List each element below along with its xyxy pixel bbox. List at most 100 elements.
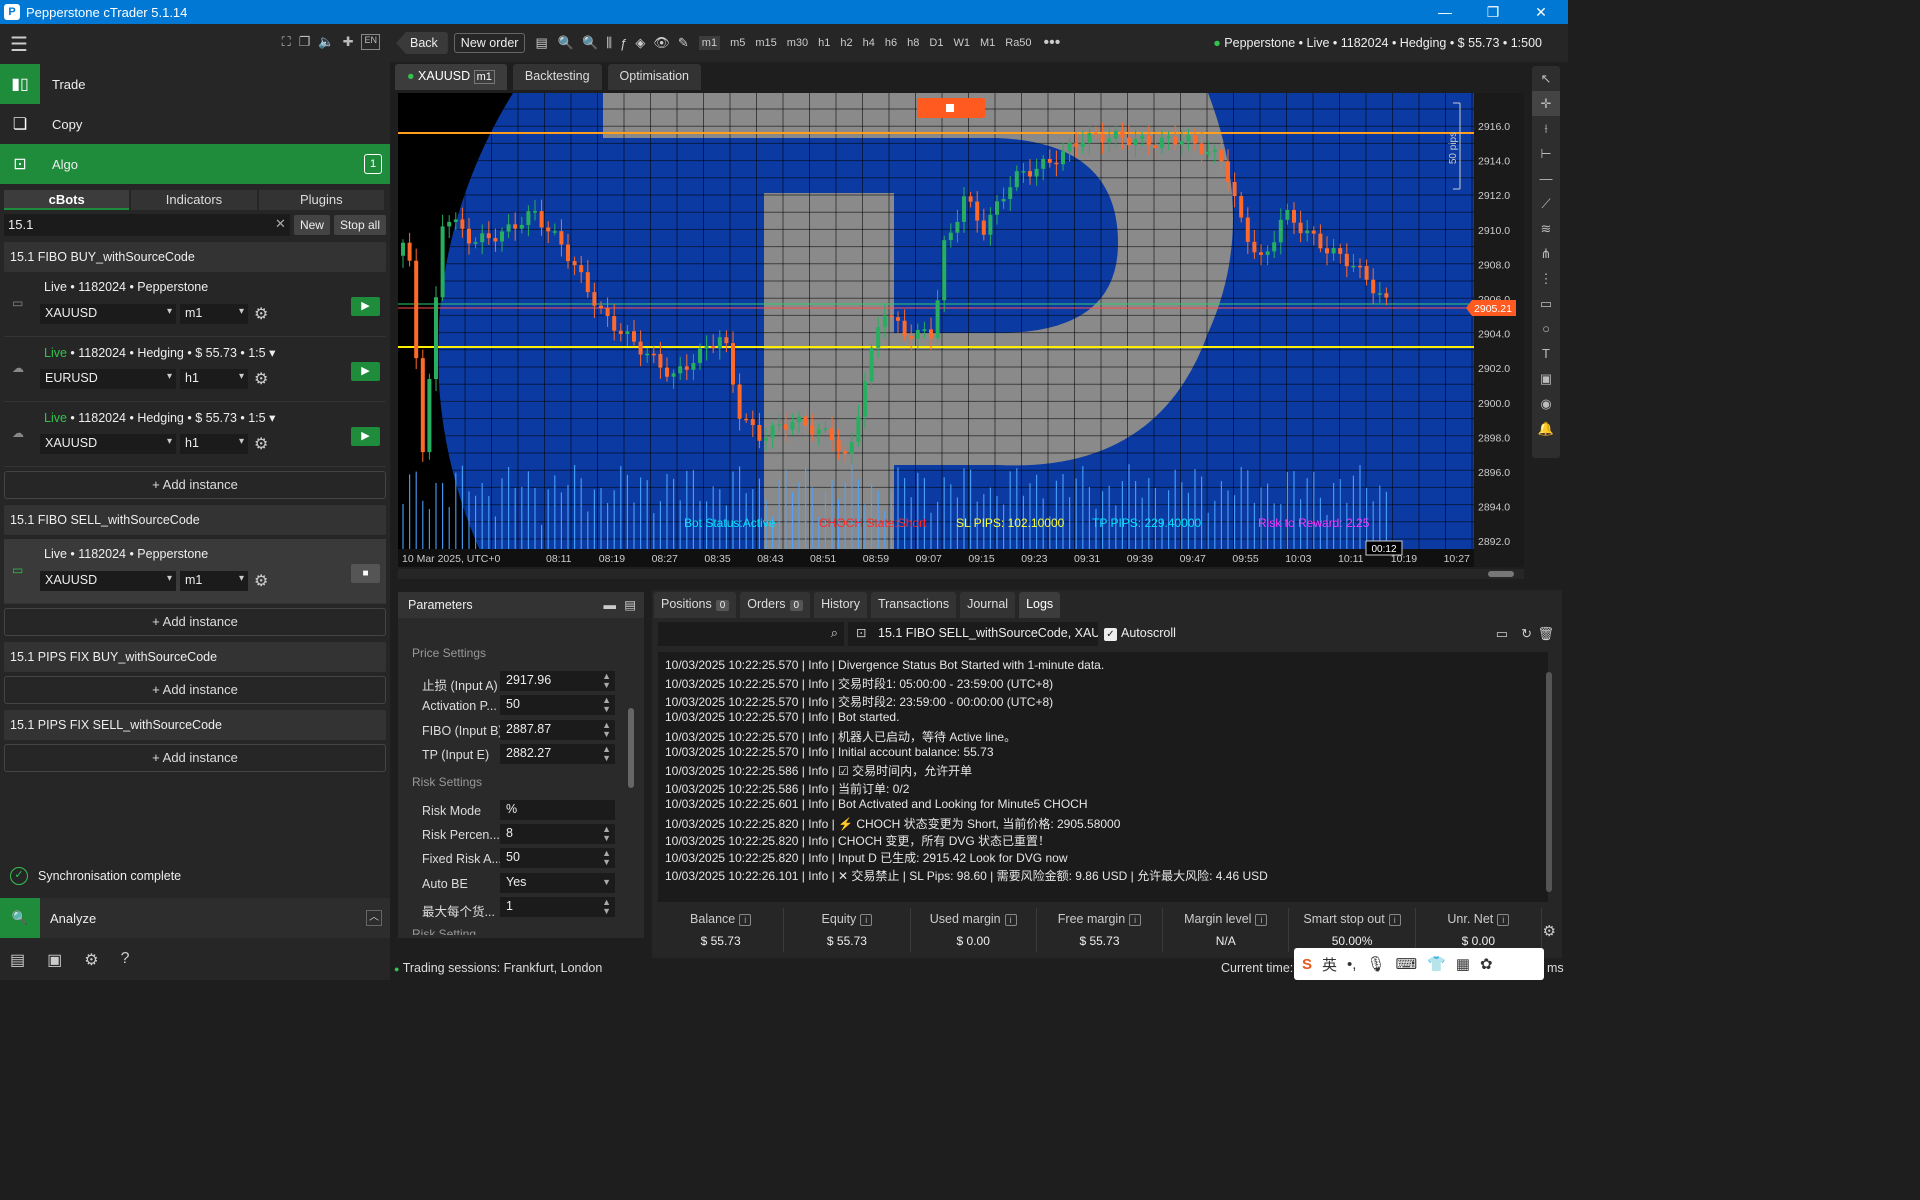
cbot-group[interactable]: 15.1 FIBO SELL_withSourceCode [4, 505, 386, 535]
toolbox-icon[interactable]: ▦ [1456, 955, 1470, 973]
skin-icon[interactable]: 👕 [1427, 955, 1446, 973]
nav-algo[interactable]: ⊡ Algo 1 [0, 144, 390, 184]
keyboard-icon[interactable]: ⌨ [1396, 955, 1418, 973]
param-input[interactable]: % [500, 800, 615, 820]
params-scrollbar[interactable] [628, 628, 634, 928]
trash-icon[interactable]: 🗑 [1537, 626, 1554, 642]
cbot-group[interactable]: 15.1 PIPS FIX BUY_withSourceCode [4, 642, 386, 672]
settings-icon[interactable]: ⚙ [84, 950, 98, 970]
cursor-icon[interactable]: ↖ [1532, 66, 1560, 91]
add-instance-button[interactable]: + Add instance [4, 608, 386, 636]
start-button[interactable]: ▶ [351, 427, 380, 446]
more-icon[interactable]: ••• [1044, 34, 1061, 52]
time-axis[interactable]: 10 Mar 2025, UTC+0 08:11 08:19 08:27 08:35 08… [402, 553, 1470, 565]
zoom-in-icon[interactable]: 🔍 [582, 35, 598, 51]
tab-journal[interactable]: Journal [960, 592, 1016, 618]
timeframe-select[interactable]: h1 [180, 434, 248, 454]
pitchfork-icon[interactable]: ⋔ [1532, 241, 1560, 266]
new-cbot-button[interactable]: New [293, 215, 330, 235]
param-input[interactable]: 1 ▲ ▼ [500, 897, 615, 917]
refresh-icon[interactable]: ↻ [1521, 626, 1532, 642]
rectangle-icon[interactable]: ▭ [1532, 291, 1560, 316]
chart-canvas[interactable]: 50 pips Bot Status:Active CHOCH State:Sho… [398, 93, 1524, 567]
color-icon[interactable]: ▣ [1532, 366, 1560, 391]
add-instance-button[interactable]: + Add instance [4, 471, 386, 499]
tab-history[interactable]: History [814, 592, 867, 618]
settings-gear-icon[interactable]: ⚙ [254, 304, 268, 324]
crosshair-icon[interactable]: ✛ [1532, 91, 1560, 116]
tab-orders[interactable]: Orders 0 [740, 592, 811, 618]
zoom-out-icon[interactable]: 🔍 [558, 35, 574, 51]
new-order-button[interactable]: New order [453, 33, 526, 53]
scrollbar-thumb[interactable] [1488, 571, 1514, 577]
maximize-button[interactable]: ❐ [1470, 0, 1516, 24]
tab-logs[interactable]: Logs [1019, 592, 1061, 618]
zoom-tool-icon[interactable]: ⟊ [1532, 116, 1560, 141]
tab-plugins[interactable]: Plugins [258, 190, 384, 210]
chart-scrollbar[interactable] [398, 569, 1524, 579]
tab-backtesting[interactable]: Backtesting [512, 64, 602, 90]
nav-copy[interactable]: ❏ Copy [0, 104, 390, 144]
tf-mn1[interactable]: M1 [980, 37, 995, 49]
sogou-logo-icon[interactable]: S [1302, 956, 1312, 973]
ruler-icon[interactable]: ⊢ [1532, 141, 1560, 166]
start-button[interactable]: ▶ [351, 362, 380, 381]
horizontal-line-icon[interactable]: — [1532, 166, 1560, 191]
stop-all-button[interactable]: Stop all [333, 215, 386, 235]
tf-m30[interactable]: m30 [787, 37, 808, 49]
cbot-group[interactable]: 15.1 FIBO BUY_withSourceCode [4, 242, 386, 272]
tab-optimisation[interactable]: Optimisation [607, 64, 702, 90]
trend-line-icon[interactable]: ⟋ [1532, 191, 1560, 216]
microphone-icon[interactable]: 🎙 [1366, 955, 1385, 973]
settings-gear-icon[interactable]: ⚙ [254, 434, 268, 454]
cbot-instance[interactable]: ☁ Live • 1182024 • Hedging • $ 55.73 • 1… [4, 337, 386, 402]
tab-transactions[interactable]: Transactions [870, 592, 957, 618]
tf-m15[interactable]: m15 [755, 37, 776, 49]
tf-ra50[interactable]: Ra50 [1005, 37, 1031, 49]
tf-m1[interactable]: m1 [698, 36, 721, 50]
tab-chart-xauusd[interactable]: ● XAUUSD m1 [395, 64, 507, 90]
text-icon[interactable]: T [1532, 341, 1560, 366]
param-input[interactable]: 2917.96 ▲ ▼ [500, 671, 615, 691]
start-button[interactable]: ▶ [351, 297, 380, 316]
stop-button[interactable]: ■ [351, 564, 380, 583]
cbot-instance[interactable]: ▭ Live • 1182024 • Pepperstone XAUUSD m1… [4, 272, 386, 337]
back-button[interactable]: Back [396, 32, 448, 54]
param-input[interactable]: 50 ▲ ▼ [500, 848, 615, 868]
timeframe-select[interactable]: m1 [180, 304, 248, 324]
ime-settings-icon[interactable]: ✿ [1480, 955, 1493, 973]
price-chart[interactable]: 50 pips Bot Status:Active CHOCH State:Sho… [398, 93, 1524, 567]
symbol-select[interactable]: XAUUSD [40, 434, 176, 454]
eye-icon[interactable]: 👁 [653, 35, 670, 51]
param-input[interactable]: 8 ▲ ▼ [500, 824, 615, 844]
add-instance-button[interactable]: + Add instance [4, 676, 386, 704]
clear-search-icon[interactable]: ✕ [275, 216, 286, 232]
log-scrollbar[interactable] [1544, 652, 1554, 902]
nav-trade[interactable]: ▮▯ Trade [0, 64, 390, 104]
timeframe-select[interactable]: h1 [180, 369, 248, 389]
cbot-instance[interactable]: ☁ Live • 1182024 • Hedging • $ 55.73 • 1… [4, 402, 386, 467]
chart-type-icon[interactable]: ⫼ [606, 35, 612, 51]
cbot-group[interactable]: 15.1 PIPS FIX SELL_withSourceCode [4, 710, 386, 740]
symbol-select[interactable]: EURUSD [40, 369, 176, 389]
timeframe-select[interactable]: m1 [180, 571, 248, 591]
log-search-input[interactable]: ⌕ [658, 622, 844, 646]
param-input[interactable]: 2887.87 ▲ ▼ [500, 720, 615, 740]
tab-cbots[interactable]: cBots [4, 190, 130, 210]
stats-settings-icon[interactable]: ⚙ [1543, 922, 1556, 940]
param-select[interactable]: Yes ▼ [500, 873, 615, 893]
account-info[interactable]: ● Pepperstone • Live • 1182024 • Hedging… [1213, 36, 1542, 50]
tf-m5[interactable]: m5 [730, 37, 745, 49]
ime-language-toggle[interactable]: 英 [1322, 954, 1337, 975]
tf-h6[interactable]: h6 [885, 37, 897, 49]
param-input[interactable]: 50 ▲ ▼ [500, 695, 615, 715]
tab-indicators[interactable]: Indicators [131, 190, 257, 210]
ime-toolbar[interactable]: S 英 •, 🎙 ⌨ 👕 ▦ ✿ [1294, 948, 1544, 980]
autoscroll-checkbox[interactable]: ✓ Autoscroll [1104, 626, 1176, 641]
layout-icon[interactable]: ▤ [535, 35, 547, 51]
indicator-icon[interactable]: ƒ [620, 36, 627, 51]
tf-h2[interactable]: h2 [840, 37, 852, 49]
tf-h1[interactable]: h1 [818, 37, 830, 49]
log-output[interactable]: 10/03/2025 10:22:25.570 | Info | Diverge… [658, 652, 1548, 902]
symbol-select[interactable]: XAUUSD [40, 304, 176, 324]
